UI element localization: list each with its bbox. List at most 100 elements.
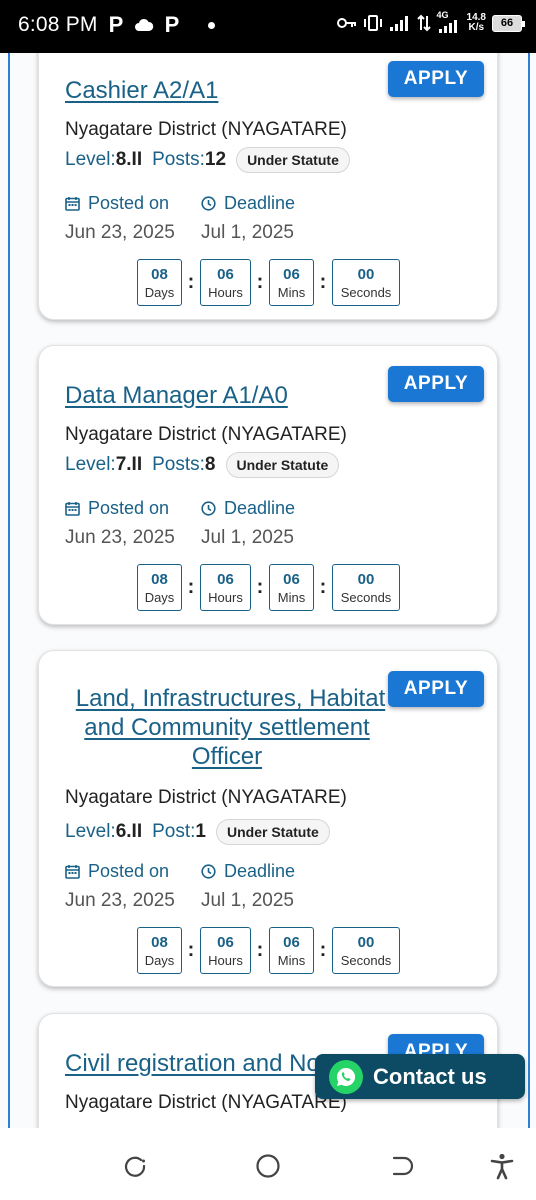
job-card: APPLY Land, Infrastructures, Habitat and… bbox=[38, 650, 498, 987]
seconds-label: Seconds bbox=[340, 952, 392, 968]
countdown-timer: 08 Days : 06 Hours : 06 Mins : 00 Seconds bbox=[137, 927, 400, 974]
hours-value: 06 bbox=[217, 570, 234, 588]
countdown-mins: 06 Mins bbox=[269, 927, 314, 974]
job-title-link[interactable]: Data Manager A1/A0 bbox=[65, 381, 288, 410]
deadline-date: Jul 1, 2025 bbox=[201, 527, 294, 548]
posted-on-text: Posted on bbox=[88, 861, 170, 881]
posts-value: 1 bbox=[195, 821, 206, 842]
countdown-mins: 06 Mins bbox=[269, 259, 314, 306]
job-meta-row: Level: 8.II Posts: 12 Under Statute bbox=[65, 147, 350, 173]
days-value: 08 bbox=[151, 570, 168, 588]
network-speed: 14.8 K/s bbox=[467, 13, 486, 33]
hours-value: 06 bbox=[217, 933, 234, 951]
countdown-hours: 06 Hours bbox=[200, 564, 251, 611]
countdown-separator: : bbox=[256, 576, 264, 598]
countdown-separator: : bbox=[187, 576, 195, 598]
home-icon[interactable] bbox=[254, 1152, 282, 1180]
apply-button[interactable]: APPLY bbox=[388, 671, 484, 707]
dates-values: Jun 23, 2025 Jul 1, 2025 bbox=[65, 222, 294, 244]
countdown-timer: 08 Days : 06 Hours : 06 Mins : 00 Seconds bbox=[137, 259, 400, 306]
level-label: Level: bbox=[65, 454, 116, 475]
countdown-separator: : bbox=[187, 271, 195, 293]
mins-value: 06 bbox=[283, 570, 300, 588]
hours-label: Hours bbox=[208, 952, 243, 968]
contact-us-button[interactable]: Contact us bbox=[315, 1054, 525, 1099]
level-value: 8.II bbox=[115, 149, 143, 170]
countdown-seconds: 00 Seconds bbox=[332, 259, 400, 306]
job-title-line: Land, Infrastructures, Habitat bbox=[75, 685, 386, 712]
days-label: Days bbox=[144, 284, 175, 300]
countdown-hours: 06 Hours bbox=[200, 927, 251, 974]
mins-value: 06 bbox=[283, 265, 300, 283]
job-title-link[interactable]: Civil registration and No bbox=[65, 1049, 320, 1078]
posted-date: Jun 23, 2025 bbox=[65, 527, 175, 548]
dates-labels: Posted on Deadline bbox=[65, 498, 295, 519]
mins-value: 06 bbox=[283, 933, 300, 951]
signal-icon bbox=[389, 16, 408, 31]
days-value: 08 bbox=[151, 265, 168, 283]
countdown-separator: : bbox=[319, 271, 327, 293]
deadline-label: Deadline bbox=[201, 193, 295, 214]
countdown-separator: : bbox=[256, 939, 264, 961]
posts-label: Posts: bbox=[152, 454, 205, 475]
district-label: Nyagatare District (NYAGATARE) bbox=[65, 787, 347, 808]
dates-labels: Posted on Deadline bbox=[65, 193, 295, 214]
countdown-timer: 08 Days : 06 Hours : 06 Mins : 00 Seconds bbox=[137, 564, 400, 611]
job-title-line: Officer bbox=[191, 743, 263, 770]
posted-on-text: Posted on bbox=[88, 498, 170, 518]
apply-button[interactable]: APPLY bbox=[388, 61, 484, 97]
district-label: Nyagatare District (NYAGATARE) bbox=[65, 119, 347, 140]
mins-label: Mins bbox=[277, 589, 306, 605]
job-title-link[interactable]: Cashier A2/A1 bbox=[65, 76, 218, 105]
cloud-icon bbox=[135, 18, 154, 31]
level-label: Level: bbox=[65, 821, 116, 842]
vibrate-icon bbox=[363, 15, 382, 31]
speed-unit: K/s bbox=[468, 22, 485, 33]
clock: 6:08 PM bbox=[18, 13, 98, 36]
seconds-value: 00 bbox=[357, 265, 375, 283]
battery-icon: 66 bbox=[492, 14, 525, 32]
mins-label: Mins bbox=[277, 284, 306, 300]
apply-button[interactable]: APPLY bbox=[388, 366, 484, 402]
signal-4g-icon: 4G bbox=[437, 10, 461, 33]
calendar-icon bbox=[65, 502, 80, 516]
deadline-text: Deadline bbox=[224, 498, 296, 518]
job-card: APPLY Data Manager A1/A0 Nyagatare Distr… bbox=[38, 345, 498, 625]
deadline-label: Deadline bbox=[201, 861, 295, 882]
countdown-seconds: 00 Seconds bbox=[332, 927, 400, 974]
notification-icons: P P bbox=[106, 12, 215, 38]
dates-values: Jun 23, 2025 Jul 1, 2025 bbox=[65, 527, 294, 549]
hours-label: Hours bbox=[208, 589, 243, 605]
seconds-value: 00 bbox=[357, 933, 375, 951]
data-transfer-icon bbox=[416, 14, 431, 32]
back-icon[interactable] bbox=[388, 1152, 416, 1180]
countdown-days: 08 Days bbox=[137, 564, 182, 611]
deadline-date: Jul 1, 2025 bbox=[201, 222, 294, 243]
countdown-separator: : bbox=[319, 939, 327, 961]
job-list[interactable]: APPLY Cashier A2/A1 Nyagatare District (… bbox=[0, 53, 536, 1128]
countdown-separator: : bbox=[319, 576, 327, 598]
accessibility-icon[interactable] bbox=[488, 1152, 516, 1180]
district-label: Nyagatare District (NYAGATARE) bbox=[65, 1092, 347, 1113]
countdown-days: 08 Days bbox=[137, 927, 182, 974]
countdown-days: 08 Days bbox=[137, 259, 182, 306]
dates-labels: Posted on Deadline bbox=[65, 861, 295, 882]
seconds-value: 00 bbox=[357, 570, 375, 588]
days-label: Days bbox=[144, 952, 175, 968]
posts-value: 8 bbox=[204, 454, 216, 475]
status-bar: 6:08 PM P P 4G 14.8 K/s 66 bbox=[0, 0, 536, 53]
posted-on-label: Posted on bbox=[65, 498, 201, 519]
frame-border-left bbox=[8, 53, 10, 1128]
recent-apps-icon[interactable] bbox=[121, 1152, 149, 1180]
job-title-link[interactable]: Land, Infrastructures, Habitat and Commu… bbox=[65, 684, 389, 771]
whatsapp-icon bbox=[329, 1059, 363, 1094]
clock-icon bbox=[201, 864, 216, 879]
job-meta-row: Level: 6.II Post: 1 Under Statute bbox=[65, 819, 330, 845]
level-label: Level: bbox=[65, 149, 116, 170]
posted-date: Jun 23, 2025 bbox=[65, 222, 175, 243]
deadline-text: Deadline bbox=[224, 861, 296, 881]
countdown-seconds: 00 Seconds bbox=[332, 564, 400, 611]
days-label: Days bbox=[144, 589, 175, 605]
posted-date: Jun 23, 2025 bbox=[65, 890, 175, 911]
level-value: 7.II bbox=[115, 454, 143, 475]
